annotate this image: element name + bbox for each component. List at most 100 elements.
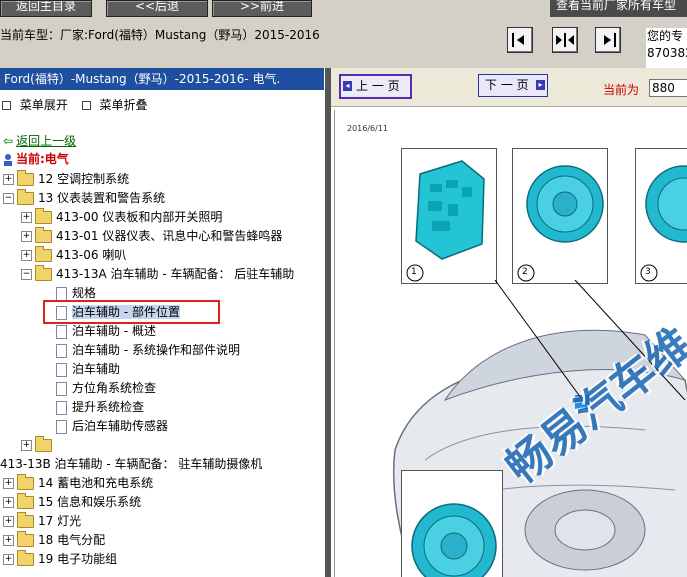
- expand-toggle-icon[interactable]: +: [21, 440, 32, 451]
- tree-node[interactable]: +: [21, 436, 56, 455]
- view-all-models-button[interactable]: 查看当前厂家所有车型: [550, 0, 687, 17]
- tree-leaf-label[interactable]: 泊车辅助 - 系统操作和部件说明: [72, 343, 240, 357]
- prev-page-icon: ◂: [343, 81, 352, 91]
- expand-toggle-icon[interactable]: +: [3, 516, 14, 527]
- tree-node[interactable]: 413-13B 泊车辅助 - 车辆配备： 驻车辅助摄像机: [0, 455, 262, 474]
- expand-toggle-icon[interactable]: +: [21, 231, 32, 242]
- expand-toggle-icon[interactable]: +: [3, 478, 14, 489]
- tree-leaf[interactable]: 泊车辅助: [56, 360, 120, 379]
- page-number-input[interactable]: [649, 79, 687, 97]
- tree-label[interactable]: 413-01 仪器仪表、讯息中心和警告蜂鸣器: [56, 229, 282, 243]
- current-location-row: 当前:电气: [3, 150, 69, 169]
- split-view-icon[interactable]: [552, 27, 578, 53]
- back-link-row[interactable]: ⇦ 返回上一级: [3, 132, 76, 151]
- tree-node[interactable]: +18 电气分配: [3, 531, 105, 550]
- tree-leaf[interactable]: 方位角系统检查: [56, 379, 156, 398]
- tree-label[interactable]: 413-06 喇叭: [56, 248, 126, 262]
- callout-3: 3: [645, 267, 651, 277]
- folder-icon: [35, 436, 52, 452]
- document-icon: [56, 419, 67, 434]
- expand-toggle-icon[interactable]: +: [3, 554, 14, 565]
- expand-toggle-icon[interactable]: +: [3, 174, 14, 185]
- current-location-label: 当前:电气: [16, 152, 69, 166]
- folder-icon: [17, 493, 34, 509]
- collapse-toggle-icon[interactable]: −: [3, 193, 14, 204]
- tree-label[interactable]: 413-13B 泊车辅助 - 车辆配备： 驻车辅助摄像机: [0, 457, 262, 471]
- tree-node[interactable]: +413-00 仪表板和内部开关照明: [21, 208, 222, 227]
- collapse-all-icon: [81, 101, 91, 110]
- current-page-label: 当前为: [603, 83, 640, 97]
- tree-label[interactable]: 15 信息和娱乐系统: [38, 495, 141, 509]
- tree-label[interactable]: 413-13A 泊车辅助 - 车辆配备： 后驻车辅助: [56, 267, 294, 281]
- collapse-all-link[interactable]: 菜单折叠: [100, 98, 148, 112]
- next-page-button[interactable]: 下 一 页 ▸: [478, 74, 548, 97]
- folder-icon: [17, 550, 34, 566]
- path-breadcrumb: Ford(福特）-Mustang（野马）-2015-2016- 电气.: [0, 68, 324, 90]
- tree-label[interactable]: 18 电气分配: [38, 533, 105, 547]
- tree-node[interactable]: +413-06 喇叭: [21, 246, 126, 265]
- expand-toggle-icon[interactable]: +: [3, 535, 14, 546]
- tree-label[interactable]: 13 仪表装置和警告系统: [38, 191, 165, 205]
- back-to-toc-button[interactable]: 返回主目录: [0, 0, 92, 17]
- selection-highlight-box: [43, 300, 220, 324]
- tree-leaf[interactable]: 后泊车辅助传感器: [56, 417, 168, 436]
- document-page: 2016/6/11 1 2 3 畅易汽车维: [334, 110, 687, 577]
- tree-label[interactable]: 14 蓄电池和充电系统: [38, 476, 153, 490]
- tree-leaf[interactable]: 泊车辅助 - 系统操作和部件说明: [56, 341, 240, 360]
- current-vehicle-info: 当前车型：厂家:Ford(福特）Mustang（野马）2015-2016: [0, 28, 320, 42]
- part-box-2: 2: [512, 148, 608, 284]
- folder-icon: [17, 474, 34, 490]
- document-icon: [56, 400, 67, 415]
- document-icon: [56, 381, 67, 396]
- welcome-line2: 870382: [647, 46, 687, 60]
- tree-label[interactable]: 12 空调控制系统: [38, 172, 129, 186]
- callout-1: 1: [411, 267, 417, 277]
- tree-leaf-label[interactable]: 泊车辅助 - 概述: [72, 324, 156, 338]
- next-topic-button[interactable]: >>前进: [212, 0, 312, 17]
- tree-node[interactable]: +14 蓄电池和充电系统: [3, 474, 153, 493]
- expand-all-link[interactable]: 菜单展开: [20, 98, 68, 112]
- tree-leaf-label[interactable]: 规格: [72, 286, 96, 300]
- speaker-icon: [640, 165, 687, 282]
- tree-node[interactable]: − 13 仪表装置和警告系统: [3, 189, 165, 208]
- part-box-4: [401, 470, 503, 577]
- part-box-1: 1: [401, 148, 497, 284]
- tree-node[interactable]: +12 空调控制系统: [3, 170, 129, 189]
- tree-leaf[interactable]: 泊车辅助 - 概述: [56, 322, 156, 341]
- tree-node[interactable]: − 413-13A 泊车辅助 - 车辆配备： 后驻车辅助: [21, 265, 294, 284]
- folder-icon: [35, 227, 52, 243]
- expand-toggle-icon[interactable]: +: [21, 212, 32, 223]
- expand-toggle-icon[interactable]: +: [21, 250, 32, 261]
- next-page-icon: ▸: [536, 80, 545, 90]
- prev-topic-button[interactable]: <<后退: [106, 0, 208, 17]
- tree-panel: Ford(福特）-Mustang（野马）-2015-2016- 电气. 菜单展开…: [0, 68, 325, 577]
- tree-leaf-label[interactable]: 提升系统检查: [72, 400, 144, 414]
- tree-node[interactable]: +15 信息和娱乐系统: [3, 493, 141, 512]
- tree-leaf[interactable]: 提升系统检查: [56, 398, 144, 417]
- back-link[interactable]: 返回上一级: [16, 134, 76, 148]
- tree-leaf-label[interactable]: 方位角系统检查: [72, 381, 156, 395]
- folder-icon: [17, 512, 34, 528]
- menu-controls: 菜单展开 菜单折叠: [2, 96, 148, 113]
- speaker-icon: [517, 165, 604, 282]
- tree-node[interactable]: +19 电子功能组: [3, 550, 117, 569]
- document-toolbar: ◂ 上 一 页 下 一 页 ▸ 当前为: [331, 68, 687, 107]
- collapse-toggle-icon[interactable]: −: [21, 269, 32, 280]
- document-icon: [56, 324, 67, 339]
- tree-leaf-label[interactable]: 泊车辅助: [72, 362, 120, 376]
- tree-leaf-label[interactable]: 后泊车辅助传感器: [72, 419, 168, 433]
- next-page-label: 下 一 页: [485, 78, 529, 92]
- tree-label[interactable]: 19 电子功能组: [38, 552, 117, 566]
- tree-label[interactable]: 413-00 仪表板和内部开关照明: [56, 210, 222, 224]
- collapse-right-icon[interactable]: [595, 27, 621, 53]
- tree-node[interactable]: +413-01 仪器仪表、讯息中心和警告蜂鸣器: [21, 227, 282, 246]
- collapse-left-icon[interactable]: [507, 27, 533, 53]
- prev-page-button[interactable]: ◂ 上 一 页: [339, 74, 412, 99]
- tree-node[interactable]: +17 灯光: [3, 512, 81, 531]
- folder-icon: [35, 208, 52, 224]
- tree-label[interactable]: 17 灯光: [38, 514, 81, 528]
- document-date: 2016/6/11: [347, 124, 389, 133]
- document-icon: [56, 343, 67, 358]
- expand-toggle-icon[interactable]: +: [3, 497, 14, 508]
- back-arrow-icon: ⇦: [3, 134, 14, 148]
